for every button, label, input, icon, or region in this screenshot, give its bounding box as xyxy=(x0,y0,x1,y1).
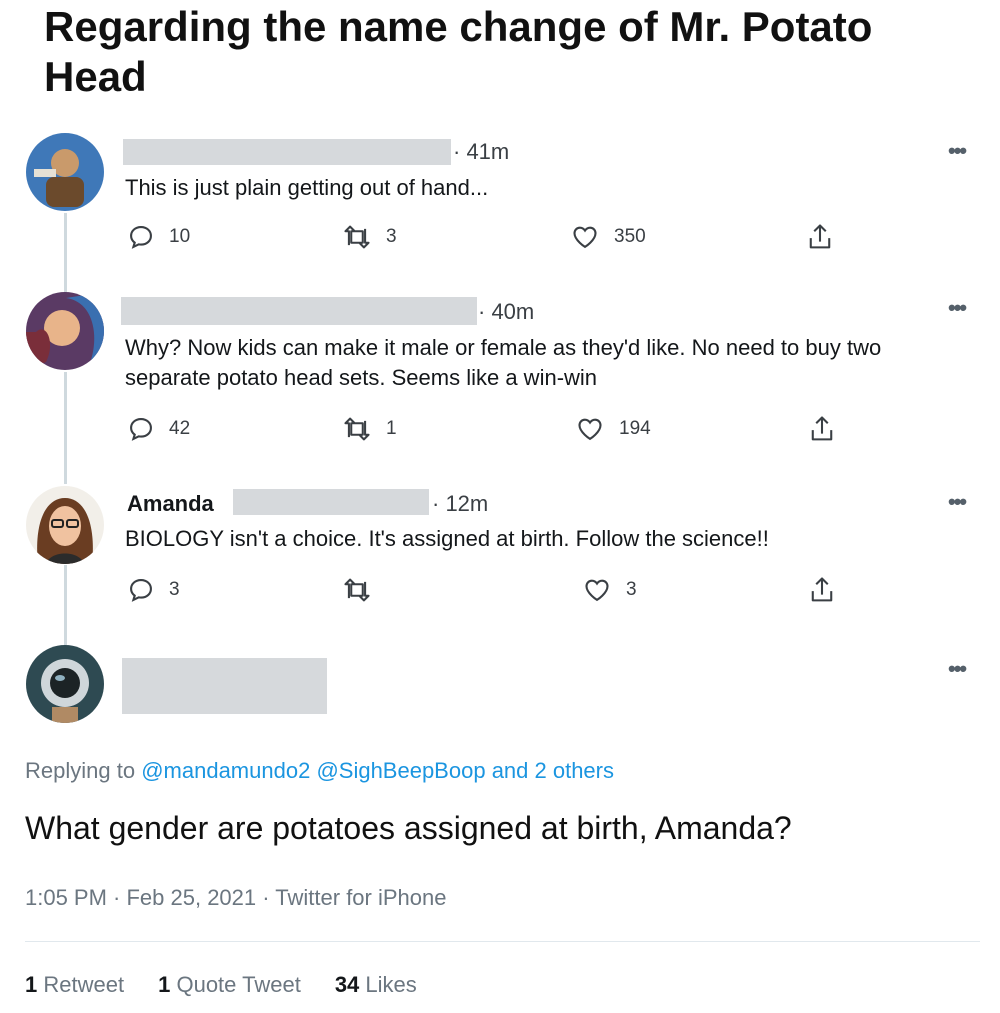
avatar[interactable] xyxy=(26,645,104,723)
retweet-button[interactable]: 3 xyxy=(342,223,397,251)
share-button[interactable] xyxy=(808,575,836,605)
reply-icon xyxy=(130,418,152,441)
retweet-count: 1 xyxy=(386,418,397,439)
retweet-button[interactable]: 1 xyxy=(342,415,397,443)
display-name[interactable]: Amanda xyxy=(127,491,214,517)
post-headline: Regarding the name change of Mr. Potato … xyxy=(44,3,873,100)
tweet-time: · 40m xyxy=(478,299,535,324)
reply-icon xyxy=(130,579,152,602)
mention-link[interactable]: @SighBeepBoop xyxy=(316,758,485,783)
like-count: 194 xyxy=(619,418,651,439)
more-icon[interactable]: ••• xyxy=(948,656,967,682)
redacted-username xyxy=(121,297,477,325)
reply-count: 42 xyxy=(169,418,191,439)
share-icon xyxy=(809,224,831,249)
like-icon xyxy=(578,418,602,441)
likes-stat[interactable]: 34 Likes xyxy=(335,972,417,998)
others-link[interactable]: and 2 others xyxy=(492,758,614,783)
reply-button[interactable]: 3 xyxy=(127,576,180,604)
avatar[interactable] xyxy=(26,292,104,370)
tweet-time: · 41m xyxy=(453,139,510,164)
quotes-stat[interactable]: 1 Quote Tweet xyxy=(158,972,301,998)
thread-connector xyxy=(64,372,67,484)
retweet-icon xyxy=(344,578,370,602)
thread-connector xyxy=(64,565,67,645)
retweet-icon xyxy=(344,225,370,249)
thread-connector xyxy=(64,213,67,293)
tweet-text: This is just plain getting out of hand..… xyxy=(125,175,489,200)
more-icon[interactable]: ••• xyxy=(948,138,967,164)
retweet-button[interactable] xyxy=(342,576,386,604)
redacted-username xyxy=(122,658,327,714)
like-button[interactable]: 350 xyxy=(570,223,646,251)
like-button[interactable]: 3 xyxy=(582,576,637,604)
reply-icon xyxy=(130,226,152,249)
share-button[interactable] xyxy=(806,222,834,252)
replying-to: Replying to @mandamundo2 @SighBeepBoop a… xyxy=(25,758,614,784)
quotes-count: 1 xyxy=(158,972,171,997)
mention-link[interactable]: @mandamundo2 xyxy=(141,758,310,783)
like-icon xyxy=(585,579,609,602)
tweet-stats: 1 Retweet 1 Quote Tweet 34 Likes xyxy=(25,972,417,998)
divider xyxy=(25,941,980,942)
like-button[interactable]: 194 xyxy=(575,415,651,443)
more-icon[interactable]: ••• xyxy=(948,295,967,321)
retweet-count: 3 xyxy=(386,226,397,247)
share-button[interactable] xyxy=(808,414,836,444)
reply-button[interactable]: 42 xyxy=(127,415,190,443)
avatar[interactable] xyxy=(26,133,104,211)
like-icon xyxy=(573,226,597,249)
tweet-text: What gender are potatoes assigned at bir… xyxy=(25,810,792,846)
reply-count: 3 xyxy=(169,579,180,600)
quotes-label: Quote Tweet xyxy=(176,972,301,997)
likes-label: Likes xyxy=(365,972,417,997)
reply-count: 10 xyxy=(169,226,191,247)
redacted-username xyxy=(233,489,429,515)
share-icon xyxy=(811,416,833,441)
retweets-label: Retweet xyxy=(43,972,125,997)
like-count: 350 xyxy=(614,226,646,247)
retweets-stat[interactable]: 1 Retweet xyxy=(25,972,124,998)
tweet-timestamp[interactable]: 1:05 PM · Feb 25, 2021 · Twitter for iPh… xyxy=(25,885,446,911)
replying-to-label: Replying to xyxy=(25,758,136,783)
tweet-text: Why? Now kids can make it male or female… xyxy=(125,335,882,390)
tweet-time: · 12m xyxy=(432,491,489,516)
like-count: 3 xyxy=(626,579,637,600)
retweets-count: 1 xyxy=(25,972,38,997)
more-icon[interactable]: ••• xyxy=(948,489,967,515)
likes-count: 34 xyxy=(334,972,360,997)
redacted-username xyxy=(123,139,451,165)
share-icon xyxy=(811,577,833,602)
avatar[interactable] xyxy=(26,486,104,564)
retweet-icon xyxy=(344,417,370,441)
tweet-text: BIOLOGY isn't a choice. It's assigned at… xyxy=(125,526,769,551)
reply-button[interactable]: 10 xyxy=(127,223,190,251)
